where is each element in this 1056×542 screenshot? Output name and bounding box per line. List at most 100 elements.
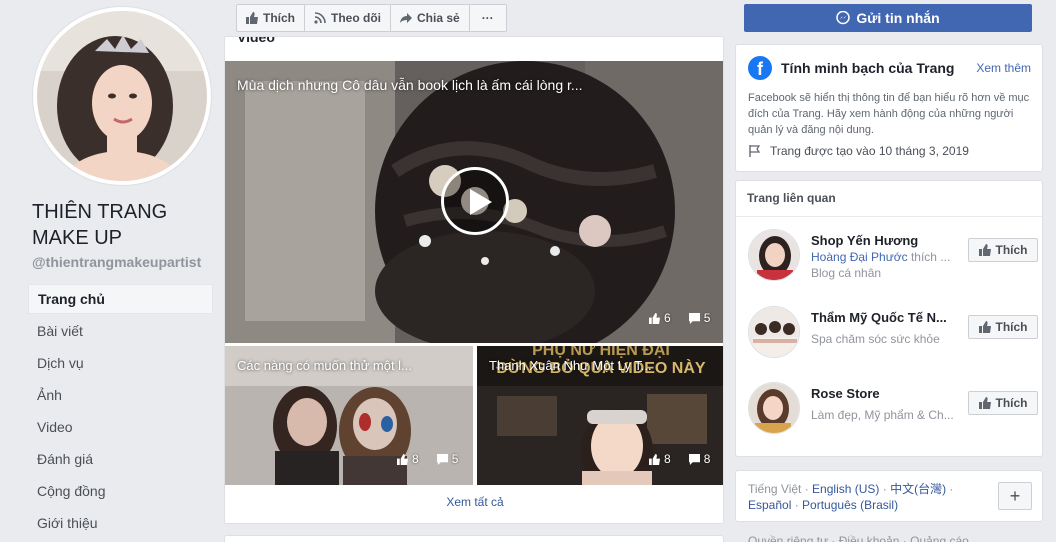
like-page-label: Thích xyxy=(263,11,295,25)
nav-item-videos[interactable]: Video xyxy=(28,412,213,444)
footer-links[interactable]: Quyền riêng tư · Điều khoản · Quảng cáo xyxy=(748,534,969,542)
related-pages-card: Trang liên quan Shop Yến Hương Hoàng Đại… xyxy=(735,180,1043,457)
share-label: Chia sẻ xyxy=(417,11,460,25)
related-like-label: Thích xyxy=(995,396,1028,410)
nav-item-reviews[interactable]: Đánh giá xyxy=(28,444,213,476)
rss-icon xyxy=(314,12,326,24)
nav-item-about[interactable]: Giới thiệu xyxy=(28,508,213,540)
main-video-stats: 6 5 xyxy=(649,311,710,325)
transparency-see-more-link[interactable]: Xem thêm xyxy=(976,61,1031,75)
transparency-description: Facebook sẽ hiển thị thông tin để bạn hi… xyxy=(748,92,1030,136)
nav-item-services[interactable]: Dịch vụ xyxy=(28,348,213,380)
friend-name-link[interactable]: Hoàng Đại Phước xyxy=(811,250,908,264)
videos-card: Video Mùa dịch nhưng Cô dâu vẫn book lịc… xyxy=(224,36,724,524)
related-page-item: Shop Yến Hương Hoàng Đại Phước thích ...… xyxy=(748,229,1038,285)
main-video-likes: 6 xyxy=(664,311,671,325)
share-arrow-icon xyxy=(400,13,412,23)
page-handle[interactable]: @thientrangmakeupartist xyxy=(32,254,201,270)
related-page-item: Thẩm Mỹ Quốc Tế N... Spa chăm sóc sức kh… xyxy=(748,306,1038,362)
related-page-category: Blog cá nhân xyxy=(811,266,882,280)
send-message-label: Gửi tin nhắn xyxy=(856,10,940,26)
related-page-item: Rose Store Làm đẹp, Mỹ phẩm & Ch... Thíc… xyxy=(748,382,1038,438)
related-page-name[interactable]: Thẩm Mỹ Quốc Tế N... xyxy=(811,310,951,325)
video-thumb-1-stats: 8 5 xyxy=(397,452,458,466)
liked-suffix: thích ... xyxy=(907,250,951,264)
follow-label: Theo dõi xyxy=(331,11,381,25)
related-page-name[interactable]: Shop Yến Hương xyxy=(811,233,951,248)
like-page-button[interactable]: Thích xyxy=(236,4,305,32)
nav-item-posts[interactable]: Bài viết xyxy=(28,316,213,348)
thumbs-up-icon xyxy=(978,244,991,256)
page-title: THIÊN TRANG MAKE UP xyxy=(32,201,168,249)
language-option[interactable]: Español xyxy=(748,498,791,512)
nav-item-photos[interactable]: Ảnh xyxy=(28,380,213,412)
separator: · xyxy=(879,482,891,496)
nav-item-community[interactable]: Cộng đồng xyxy=(28,476,213,508)
separator: · xyxy=(791,498,803,512)
nav-item-home[interactable]: Trang chủ xyxy=(28,284,213,314)
follow-button[interactable]: Theo dõi xyxy=(304,4,391,32)
related-page-avatar[interactable] xyxy=(748,382,800,434)
related-page-social-context: Hoàng Đại Phước thích ... xyxy=(811,250,953,264)
page-nav: Trang chủ Bài viết Dịch vụ Ảnh Video Đán… xyxy=(28,284,213,540)
related-like-button[interactable]: Thích xyxy=(968,391,1038,415)
messenger-icon xyxy=(836,11,851,25)
video-thumb-2-comments: 8 xyxy=(703,452,711,466)
send-message-button[interactable]: Gửi tin nhắn xyxy=(744,4,1032,32)
current-language: Tiếng Việt xyxy=(748,482,802,496)
facebook-logo-icon: f xyxy=(748,56,772,80)
related-page-name[interactable]: Rose Store xyxy=(811,386,951,401)
thumbs-up-icon xyxy=(978,321,991,333)
flag-icon xyxy=(749,145,761,157)
comment-icon xyxy=(688,312,700,324)
video-thumb-1-comments: 5 xyxy=(451,452,459,466)
video-thumb-1-likes: 8 xyxy=(412,452,419,466)
thumbs-up-icon xyxy=(397,453,408,465)
page-action-bar: Thích Theo dõi Chia sẻ ··· xyxy=(236,4,507,32)
related-like-label: Thích xyxy=(995,320,1028,334)
next-card xyxy=(224,535,724,542)
language-list: Tiếng Việt · English (US) · 中文(台灣) · Esp… xyxy=(748,481,978,513)
related-like-button[interactable]: Thích xyxy=(968,238,1038,262)
related-page-category: Spa chăm sóc sức khỏe xyxy=(811,332,940,346)
video-thumb-1[interactable]: Các nàng có muốn thử một l... 8 5 xyxy=(225,346,473,485)
thumbs-up-icon xyxy=(978,397,991,409)
main-video[interactable]: Mùa dịch nhưng Cô dâu vẫn book lịch là ấ… xyxy=(225,61,723,343)
video-thumb-2-stats: 8 8 xyxy=(649,452,710,466)
more-dots-icon: ··· xyxy=(481,11,494,25)
comment-icon xyxy=(688,453,700,465)
main-video-comments: 5 xyxy=(703,311,711,325)
page-created-text: Trang được tạo vào 10 tháng 3, 2019 xyxy=(770,144,969,158)
related-page-avatar[interactable] xyxy=(748,229,800,281)
language-option[interactable]: English (US) xyxy=(812,482,879,496)
language-option[interactable]: Português (Brasil) xyxy=(802,498,898,512)
video-thumb-1-title[interactable]: Các nàng có muốn thử một l... xyxy=(237,358,412,373)
thumbs-up-icon xyxy=(246,12,258,24)
left-sidebar: THIÊN TRANG MAKE UP @thientrangmakeupart… xyxy=(0,0,222,542)
separator: · xyxy=(801,482,813,496)
see-all-videos-link[interactable]: Xem tất cả xyxy=(225,495,723,509)
play-icon[interactable] xyxy=(441,167,509,235)
language-card: Tiếng Việt · English (US) · 中文(台灣) · Esp… xyxy=(735,470,1043,522)
thumbs-up-icon xyxy=(649,312,660,324)
related-pages-heading: Trang liên quan xyxy=(747,191,836,205)
transparency-title: Tính minh bạch của Trang xyxy=(781,60,955,76)
more-options-button[interactable]: ··· xyxy=(468,4,507,32)
related-like-label: Thích xyxy=(995,243,1028,257)
main-video-title[interactable]: Mùa dịch nhưng Cô dâu vẫn book lịch là ấ… xyxy=(237,77,583,93)
page-created-info: Trang được tạo vào 10 tháng 3, 2019 xyxy=(748,144,969,158)
share-button[interactable]: Chia sẻ xyxy=(390,4,470,32)
add-language-button[interactable]: + xyxy=(998,482,1032,510)
video-thumb-2-likes: 8 xyxy=(664,452,671,466)
divider xyxy=(736,216,1042,217)
comment-icon xyxy=(436,453,448,465)
page-transparency-card: f Tính minh bạch của Trang Xem thêm Face… xyxy=(735,44,1043,172)
separator: · xyxy=(946,482,954,496)
profile-avatar[interactable] xyxy=(33,7,211,185)
video-thumb-2[interactable]: PHỤ NỮ HIỆN ĐẠI ĐỪNG BỎ QUA VIDEO NÀY Th… xyxy=(477,346,723,485)
related-like-button[interactable]: Thích xyxy=(968,315,1038,339)
language-option[interactable]: 中文(台灣) xyxy=(890,482,946,496)
thumbs-up-icon xyxy=(649,453,660,465)
related-page-avatar[interactable] xyxy=(748,306,800,358)
video-thumb-2-title[interactable]: Thanh Xuân Như Một Ly T... xyxy=(489,358,652,373)
